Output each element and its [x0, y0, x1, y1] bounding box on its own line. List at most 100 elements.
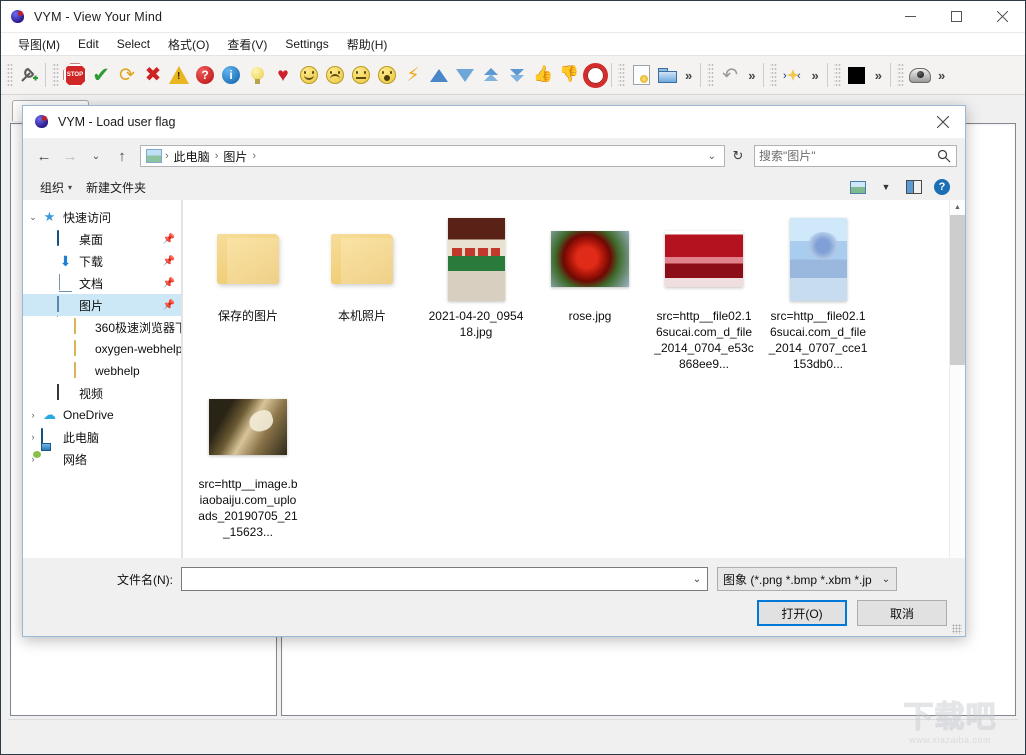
- search-input[interactable]: [755, 149, 932, 163]
- chevron-twisty-icon[interactable]: ⌄: [25, 212, 41, 223]
- sidebar-item-downloads[interactable]: ⬇ 下载 📌: [23, 250, 181, 272]
- back-button[interactable]: ←: [31, 143, 57, 169]
- stop-sign-icon[interactable]: STOP: [62, 60, 88, 90]
- file-item[interactable]: src=http__file02.16sucai.com_d_file_2014…: [761, 210, 875, 378]
- sidebar-item-quick-access[interactable]: ⌄ ★ 快速访问: [23, 206, 181, 228]
- pin-icon[interactable]: 📌: [163, 278, 175, 289]
- filename-input[interactable]: [182, 572, 687, 586]
- double-triangle-up-icon[interactable]: [478, 60, 504, 90]
- menu-help[interactable]: 帮助(H): [338, 34, 397, 55]
- search-icon[interactable]: [932, 149, 956, 163]
- toolbar-grip[interactable]: [770, 62, 778, 88]
- smiley-surprised-icon[interactable]: [374, 60, 400, 90]
- thumbs-up-icon[interactable]: 👍: [530, 60, 556, 90]
- toolbar-grip[interactable]: [618, 62, 625, 88]
- sidebar-item-desktop[interactable]: 桌面 📌: [23, 228, 181, 250]
- warning-triangle-icon[interactable]: [166, 60, 192, 90]
- sidebar-item-network[interactable]: › 网络: [23, 448, 181, 470]
- smiley-neutral-icon[interactable]: [348, 60, 374, 90]
- toolbar-overflow-edit[interactable]: »: [743, 68, 760, 83]
- menu-edit[interactable]: Edit: [69, 35, 108, 53]
- toolbar-grip[interactable]: [896, 62, 904, 88]
- double-triangle-down-icon[interactable]: [504, 60, 530, 90]
- file-list-pane[interactable]: 保存的图片 本机照片 2021-04-20_095418.jpg rose.jpg sr…: [183, 200, 965, 558]
- chevron-down-icon[interactable]: ⌄: [876, 574, 896, 585]
- menu-view[interactable]: 查看(V): [218, 34, 276, 55]
- file-item[interactable]: src=http__image.biaobaiju.com_uploads_20…: [191, 378, 305, 546]
- chevron-twisty-icon[interactable]: ›: [25, 432, 41, 442]
- file-list-scrollbar[interactable]: ▲: [949, 200, 965, 558]
- breadcrumb-pictures[interactable]: 图片: [219, 147, 251, 166]
- view-mode-chevron-down-icon[interactable]: ▼: [873, 176, 899, 198]
- chevron-twisty-icon[interactable]: ›: [25, 410, 41, 420]
- black-color-swatch-icon[interactable]: [844, 60, 870, 90]
- scrollbar-thumb[interactable]: [950, 215, 965, 365]
- toolbar-overflow-view[interactable]: »: [806, 68, 823, 83]
- sidebar-item-onedrive[interactable]: › ☁ OneDrive: [23, 404, 181, 426]
- menu-settings[interactable]: Settings: [276, 35, 337, 53]
- breadcrumb-dropdown-caret[interactable]: ⌄: [702, 151, 722, 162]
- new-folder-button[interactable]: 新建文件夹: [79, 176, 153, 199]
- breadcrumb[interactable]: › 此电脑 › 图片 › ⌄: [140, 145, 725, 167]
- help-icon[interactable]: ?: [929, 176, 955, 198]
- filename-combo[interactable]: ⌄: [181, 567, 708, 591]
- toolbar-grip[interactable]: [6, 62, 13, 88]
- toolbar-overflow-color[interactable]: »: [870, 68, 887, 83]
- lightbulb-icon[interactable]: [244, 60, 270, 90]
- triangle-up-icon[interactable]: [426, 60, 452, 90]
- sidebar-item-documents[interactable]: 文档 📌: [23, 272, 181, 317]
- undo-arrow-icon[interactable]: ↶: [717, 60, 743, 90]
- toolbar-grip[interactable]: [833, 62, 841, 88]
- scroll-up-icon[interactable]: ▲: [950, 200, 965, 215]
- up-button[interactable]: ↑: [109, 143, 135, 169]
- projector-icon[interactable]: [907, 60, 933, 90]
- organize-button[interactable]: 组织 ▾: [33, 176, 79, 199]
- chevron-down-icon[interactable]: ⌄: [687, 574, 707, 585]
- close-icon[interactable]: [979, 1, 1025, 32]
- toolbar-overflow-file[interactable]: »: [680, 68, 697, 83]
- red-cross-icon[interactable]: ✖: [140, 60, 166, 90]
- recent-locations-button[interactable]: ⌄: [83, 143, 109, 169]
- menu-map[interactable]: 导图(M): [9, 34, 69, 55]
- thumbs-down-icon[interactable]: 👎: [556, 60, 582, 90]
- file-item[interactable]: 本机照片: [305, 210, 419, 378]
- forward-button[interactable]: →: [57, 143, 83, 169]
- file-item[interactable]: 2021-04-20_095418.jpg: [419, 210, 533, 378]
- menu-format[interactable]: 格式(O): [159, 34, 218, 55]
- preview-pane-icon[interactable]: [901, 176, 927, 198]
- file-item[interactable]: src=http__file02.16sucai.com_d_file_2014…: [647, 210, 761, 378]
- minimize-icon[interactable]: [887, 1, 933, 32]
- zoom-star-icon[interactable]: › ‹: [780, 60, 806, 90]
- info-icon[interactable]: i: [218, 60, 244, 90]
- sidebar-item-videos[interactable]: 视频: [23, 382, 181, 404]
- redo-arrow-icon[interactable]: ⟳: [114, 60, 140, 90]
- smiley-happy-icon[interactable]: [296, 60, 322, 90]
- new-document-icon[interactable]: [628, 60, 654, 90]
- pin-icon[interactable]: 📌: [163, 234, 175, 245]
- sidebar-item-webhelp[interactable]: webhelp: [23, 360, 181, 382]
- view-mode-icon[interactable]: [845, 176, 871, 198]
- lifebuoy-icon[interactable]: [582, 60, 608, 90]
- refresh-icon[interactable]: ↻: [725, 144, 751, 168]
- heart-icon[interactable]: ♥: [270, 60, 296, 90]
- pin-icon[interactable]: 📌: [163, 256, 175, 267]
- file-item[interactable]: 保存的图片: [191, 210, 305, 378]
- wrench-plus-icon[interactable]: [16, 60, 42, 90]
- sidebar-item-pictures[interactable]: 图片 📌: [23, 294, 181, 316]
- file-item[interactable]: rose.jpg: [533, 210, 647, 378]
- file-type-filter-combo[interactable]: 图象 (*.png *.bmp *.xbm *.jp ⌄: [717, 567, 897, 591]
- triangle-down-icon[interactable]: [452, 60, 478, 90]
- open-folder-icon[interactable]: [654, 60, 680, 90]
- pin-icon[interactable]: 📌: [163, 300, 175, 311]
- lightning-bolt-icon[interactable]: ⚡: [400, 60, 426, 90]
- search-box[interactable]: [754, 145, 957, 167]
- sidebar-item-oxygen-webhelp[interactable]: oxygen-webhelp: [23, 338, 181, 360]
- sidebar-item-360-browser-downloads[interactable]: 360极速浏览器下载: [23, 316, 181, 338]
- toolbar-grip[interactable]: [52, 62, 59, 88]
- cancel-button[interactable]: 取消: [857, 600, 947, 626]
- question-mark-icon[interactable]: ?: [192, 60, 218, 90]
- green-check-icon[interactable]: ✔: [88, 60, 114, 90]
- dialog-close-icon[interactable]: [921, 107, 965, 138]
- open-button[interactable]: 打开(O): [757, 600, 847, 626]
- breadcrumb-this-pc[interactable]: 此电脑: [170, 147, 214, 166]
